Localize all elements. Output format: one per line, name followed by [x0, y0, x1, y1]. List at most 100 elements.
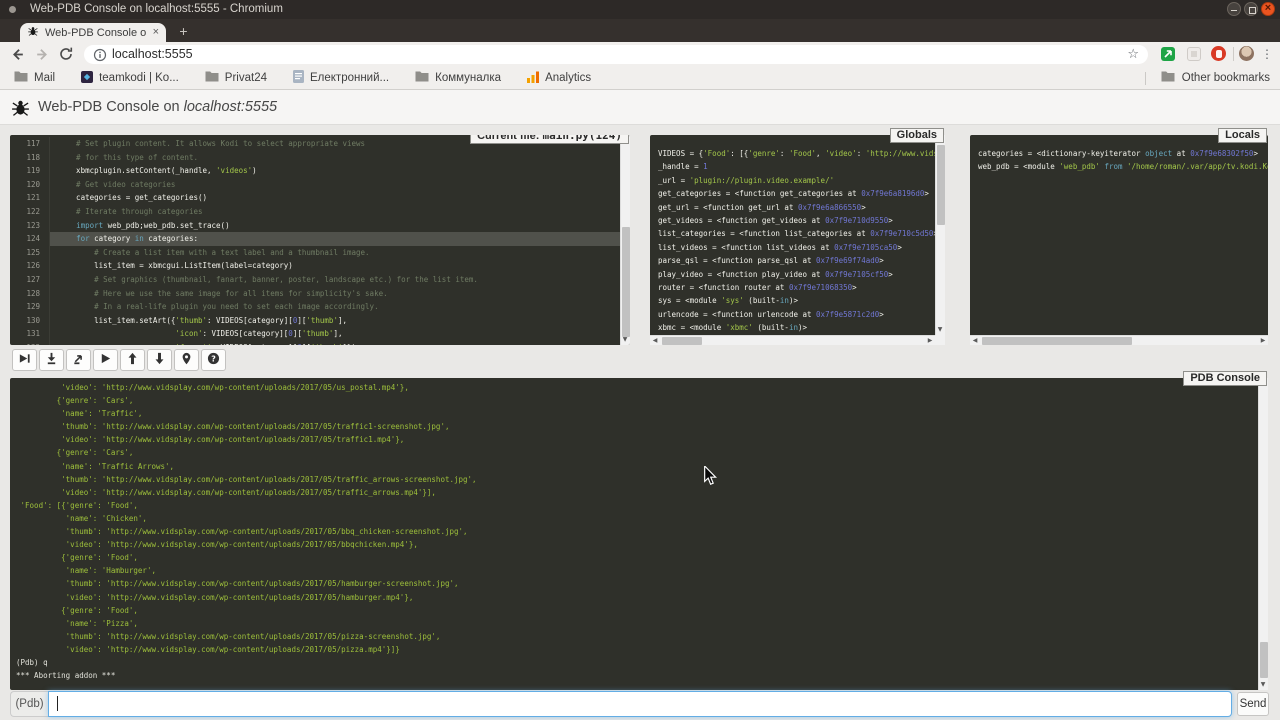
- locals-panel: Locals categories = <dictionary-keyitera…: [970, 135, 1268, 345]
- console-line: 'video': 'http://www.vidsplay.com/wp-con…: [16, 591, 1258, 604]
- debug-down-button[interactable]: [147, 349, 172, 371]
- scroll-right-arrow[interactable]: ▶: [925, 336, 935, 346]
- scroll-down-arrow[interactable]: ▼: [620, 335, 630, 345]
- window-titlebar: Web-PDB Console on localhost:5555 - Chro…: [0, 0, 1280, 19]
- console-line: {'genre': 'Cars',: [16, 446, 1258, 459]
- code-lines[interactable]: 117 # Set plugin content. It allows Kodi…: [10, 135, 620, 345]
- debug-continue-button[interactable]: [93, 349, 118, 371]
- locals-label: Locals: [1218, 128, 1267, 143]
- bookmark-label: Електронний...: [310, 72, 389, 84]
- web-pdb-bug-icon: [10, 97, 31, 123]
- text-caret: [57, 696, 58, 711]
- scroll-down-arrow[interactable]: ▼: [935, 325, 945, 335]
- toolbar-separator: [1233, 47, 1234, 61]
- console-line: 'name': 'Hamburger',: [16, 564, 1258, 577]
- globals-lines[interactable]: VIDEOS = {'Food': [{'genre': 'Food', 'vi…: [650, 135, 935, 335]
- debug-up-button[interactable]: [120, 349, 145, 371]
- up-icon: [126, 352, 139, 368]
- site-info-icon[interactable]: [93, 48, 107, 67]
- bookmark-item[interactable]: Privat24: [205, 71, 267, 85]
- other-bookmarks-label: Other bookmarks: [1182, 72, 1270, 84]
- line-number: 129: [10, 300, 50, 314]
- browser-tab[interactable]: Web-PDB Console on loca ×: [20, 23, 166, 42]
- maximize-button[interactable]: [1244, 2, 1258, 16]
- reload-icon[interactable]: [58, 46, 75, 63]
- console-output[interactable]: 'video': 'http://www.vidsplay.com/wp-con…: [10, 378, 1258, 690]
- pdb-console-label: PDB Console: [1183, 371, 1267, 386]
- code-vertical-scrollbar[interactable]: ▲ ▼: [620, 135, 630, 345]
- forward-icon[interactable]: [34, 46, 51, 63]
- bookmark-item[interactable]: Analytics: [527, 71, 591, 86]
- tab-favicon-bug-icon: [27, 24, 39, 42]
- bookmark-item[interactable]: Електронний...: [293, 70, 389, 86]
- console-line: *** Aborting addon ***: [16, 669, 1258, 682]
- code-line: 122 # Iterate through categories: [10, 205, 620, 219]
- address-bar[interactable]: localhost:5555 ☆: [84, 45, 1148, 64]
- variable-line: list_categories = <function list_categor…: [658, 227, 935, 240]
- close-button[interactable]: [1261, 2, 1275, 16]
- line-number: 128: [10, 287, 50, 301]
- command-input[interactable]: [48, 691, 1232, 717]
- variable-line: router = <function router at 0x7f9e71068…: [658, 281, 935, 294]
- globals-vertical-scrollbar[interactable]: ▼: [935, 135, 945, 335]
- console-line: 'thumb': 'http://www.vidsplay.com/wp-con…: [16, 420, 1258, 433]
- line-number: 118: [10, 151, 50, 165]
- profile-avatar[interactable]: [1239, 46, 1254, 61]
- bookmark-label: Privat24: [225, 72, 267, 84]
- folder-icon: [14, 71, 28, 85]
- scroll-thumb[interactable]: [662, 337, 702, 345]
- scroll-thumb[interactable]: [1260, 642, 1268, 678]
- scroll-left-arrow[interactable]: ◀: [650, 336, 660, 346]
- console-line: 'video': 'http://www.vidsplay.com/wp-con…: [16, 433, 1258, 446]
- variable-line: web_pdb = <module 'web_pdb' from '/home/…: [978, 160, 1268, 173]
- extension-green-icon[interactable]: [1161, 47, 1175, 61]
- extension-gray-icon[interactable]: [1187, 47, 1201, 61]
- bookmark-item[interactable]: Коммуналка: [415, 71, 501, 85]
- next-icon: [18, 352, 31, 368]
- code-line: 129 # In a real-life plugin you need to …: [10, 300, 620, 314]
- current-file-panel: Current file: main.py(124) 117 # Set plu…: [10, 135, 630, 345]
- debug-help-button[interactable]: ?: [201, 349, 226, 371]
- console-vertical-scrollbar[interactable]: ▲ ▼: [1258, 378, 1268, 690]
- debug-return-button[interactable]: [66, 349, 91, 371]
- tab-close-icon[interactable]: ×: [153, 23, 159, 42]
- code-line: 120 # Get video categories: [10, 178, 620, 192]
- scroll-thumb[interactable]: [622, 227, 630, 337]
- scroll-thumb[interactable]: [982, 337, 1132, 345]
- scroll-right-arrow[interactable]: ▶: [1258, 336, 1268, 346]
- debug-step-button[interactable]: [39, 349, 64, 371]
- step-icon: [45, 352, 58, 368]
- extension-adblock-icon[interactable]: [1211, 46, 1226, 61]
- back-icon[interactable]: [9, 46, 26, 63]
- line-number: 121: [10, 191, 50, 205]
- locals-horizontal-scrollbar[interactable]: ◀ ▶: [970, 335, 1268, 345]
- code-line: 130 list_item.setArt({'thumb': VIDEOS[ca…: [10, 314, 620, 328]
- mouse-cursor: [703, 466, 718, 492]
- scroll-down-arrow[interactable]: ▼: [1258, 680, 1268, 690]
- debug-next-button[interactable]: [12, 349, 37, 371]
- globals-horizontal-scrollbar[interactable]: ◀ ▶: [650, 335, 935, 345]
- new-tab-button[interactable]: +: [176, 24, 191, 39]
- page-header: Web-PDB Console on localhost:5555: [0, 90, 1280, 125]
- bookmark-item[interactable]: teamkodi | Ko...: [81, 71, 179, 86]
- svg-text:?: ?: [211, 354, 216, 363]
- code-line: 127 # Set graphics (thumbnail, fanart, b…: [10, 273, 620, 287]
- debug-where-button[interactable]: [174, 349, 199, 371]
- continue-icon: [99, 352, 112, 368]
- scroll-left-arrow[interactable]: ◀: [970, 336, 980, 346]
- other-bookmarks[interactable]: Other bookmarks: [1145, 71, 1270, 85]
- variable-line: get_videos = <function get_videos at 0x7…: [658, 214, 935, 227]
- browser-menu-icon[interactable]: ⋮: [1261, 45, 1273, 64]
- variable-line: xbmc = <module 'xbmc' (built-in)>: [658, 321, 935, 334]
- command-input-wrap: [48, 691, 1232, 717]
- bookmark-item[interactable]: Mail: [14, 71, 55, 85]
- bookmark-star-icon[interactable]: ☆: [1127, 45, 1139, 64]
- variable-line: VIDEOS = {'Food': [{'genre': 'Food', 'vi…: [658, 147, 935, 160]
- minimize-button[interactable]: [1227, 2, 1241, 16]
- send-button[interactable]: Send: [1237, 692, 1269, 716]
- variable-line: urlencode = <function urlencode at 0x7f9…: [658, 308, 935, 321]
- folder-icon: [1161, 71, 1175, 85]
- scroll-thumb[interactable]: [937, 145, 945, 225]
- url-text[interactable]: localhost:5555: [112, 45, 193, 64]
- locals-lines[interactable]: categories = <dictionary-keyiterator obj…: [970, 135, 1268, 335]
